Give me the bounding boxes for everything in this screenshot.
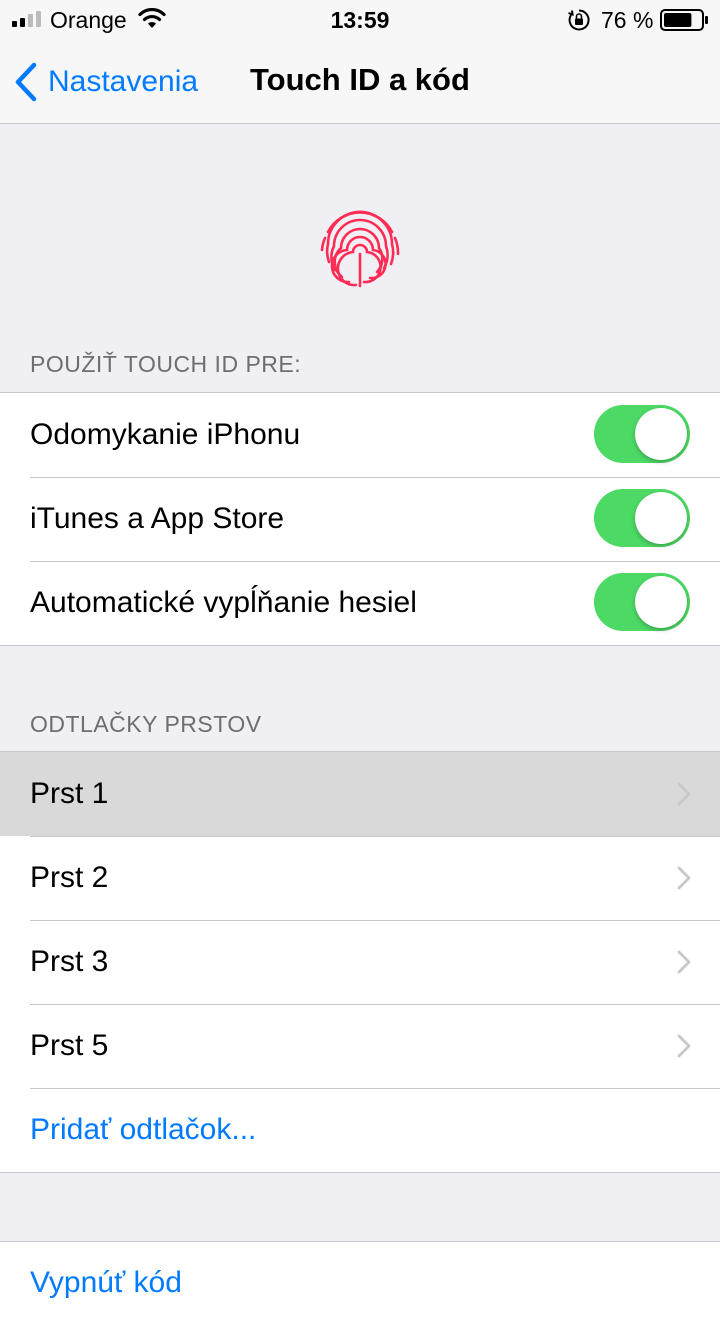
fingerprints-section-header: ODTLAČKY PRSTOV — [30, 711, 262, 737]
toggle-knob — [635, 492, 687, 544]
battery-percentage: 76 % — [601, 7, 654, 33]
unlock-iphone-toggle[interactable] — [594, 405, 690, 463]
orientation-lock-icon — [568, 9, 590, 31]
toggle-knob — [635, 408, 687, 460]
password-autofill-row: Automatické vypĺňanie hesiel — [0, 561, 720, 645]
battery-icon — [660, 9, 708, 31]
chevron-right-icon — [677, 866, 691, 890]
unlock-iphone-row: Odomykanie iPhonu — [0, 393, 720, 477]
add-fingerprint-button[interactable]: Pridať odtlačok... — [30, 1113, 256, 1147]
fingerprint-label: Prst 1 — [30, 777, 109, 810]
chevron-right-icon — [677, 782, 691, 806]
page-title: Touch ID a kód — [250, 62, 470, 97]
fingerprint-row-5[interactable]: Prst 5 — [0, 1004, 720, 1088]
navigation-bar: Nastavenia Touch ID a kód — [0, 40, 720, 124]
touch-id-section-header: POUŽIŤ TOUCH ID PRE: — [30, 351, 302, 377]
fingerprint-label: Prst 2 — [30, 861, 109, 894]
itunes-app-store-toggle[interactable] — [594, 489, 690, 547]
fingerprint-label: Prst 5 — [30, 1029, 109, 1062]
password-autofill-toggle[interactable] — [594, 573, 690, 631]
toggle-knob — [635, 576, 687, 628]
password-autofill-label: Automatické vypĺňanie hesiel — [30, 586, 417, 619]
fingerprint-icon — [320, 210, 400, 288]
itunes-app-store-row: iTunes a App Store — [0, 477, 720, 561]
chevron-right-icon — [677, 950, 691, 974]
touch-id-options-group: Odomykanie iPhonu iTunes a App Store Aut… — [0, 392, 720, 646]
add-fingerprint-row[interactable]: Pridať odtlačok... — [0, 1088, 720, 1172]
chevron-right-icon — [677, 1034, 691, 1058]
fingerprint-row-2[interactable]: Prst 2 — [0, 836, 720, 920]
turn-off-passcode-button[interactable]: Vypnúť kód — [30, 1266, 182, 1300]
passcode-group: Vypnúť kód — [0, 1241, 720, 1326]
fingerprint-row-3[interactable]: Prst 3 — [0, 920, 720, 1004]
fingerprints-group: Prst 1 Prst 2 Prst 3 Prst 5 Pridať odtla… — [0, 751, 720, 1173]
unlock-iphone-label: Odomykanie iPhonu — [30, 418, 301, 451]
turn-off-passcode-row[interactable]: Vypnúť kód — [0, 1242, 720, 1326]
status-bar: Orange 13:59 76 % — [0, 0, 720, 40]
fingerprint-label: Prst 3 — [30, 945, 109, 978]
fingerprint-row-1[interactable]: Prst 1 — [0, 752, 720, 836]
itunes-app-store-label: iTunes a App Store — [30, 502, 285, 535]
